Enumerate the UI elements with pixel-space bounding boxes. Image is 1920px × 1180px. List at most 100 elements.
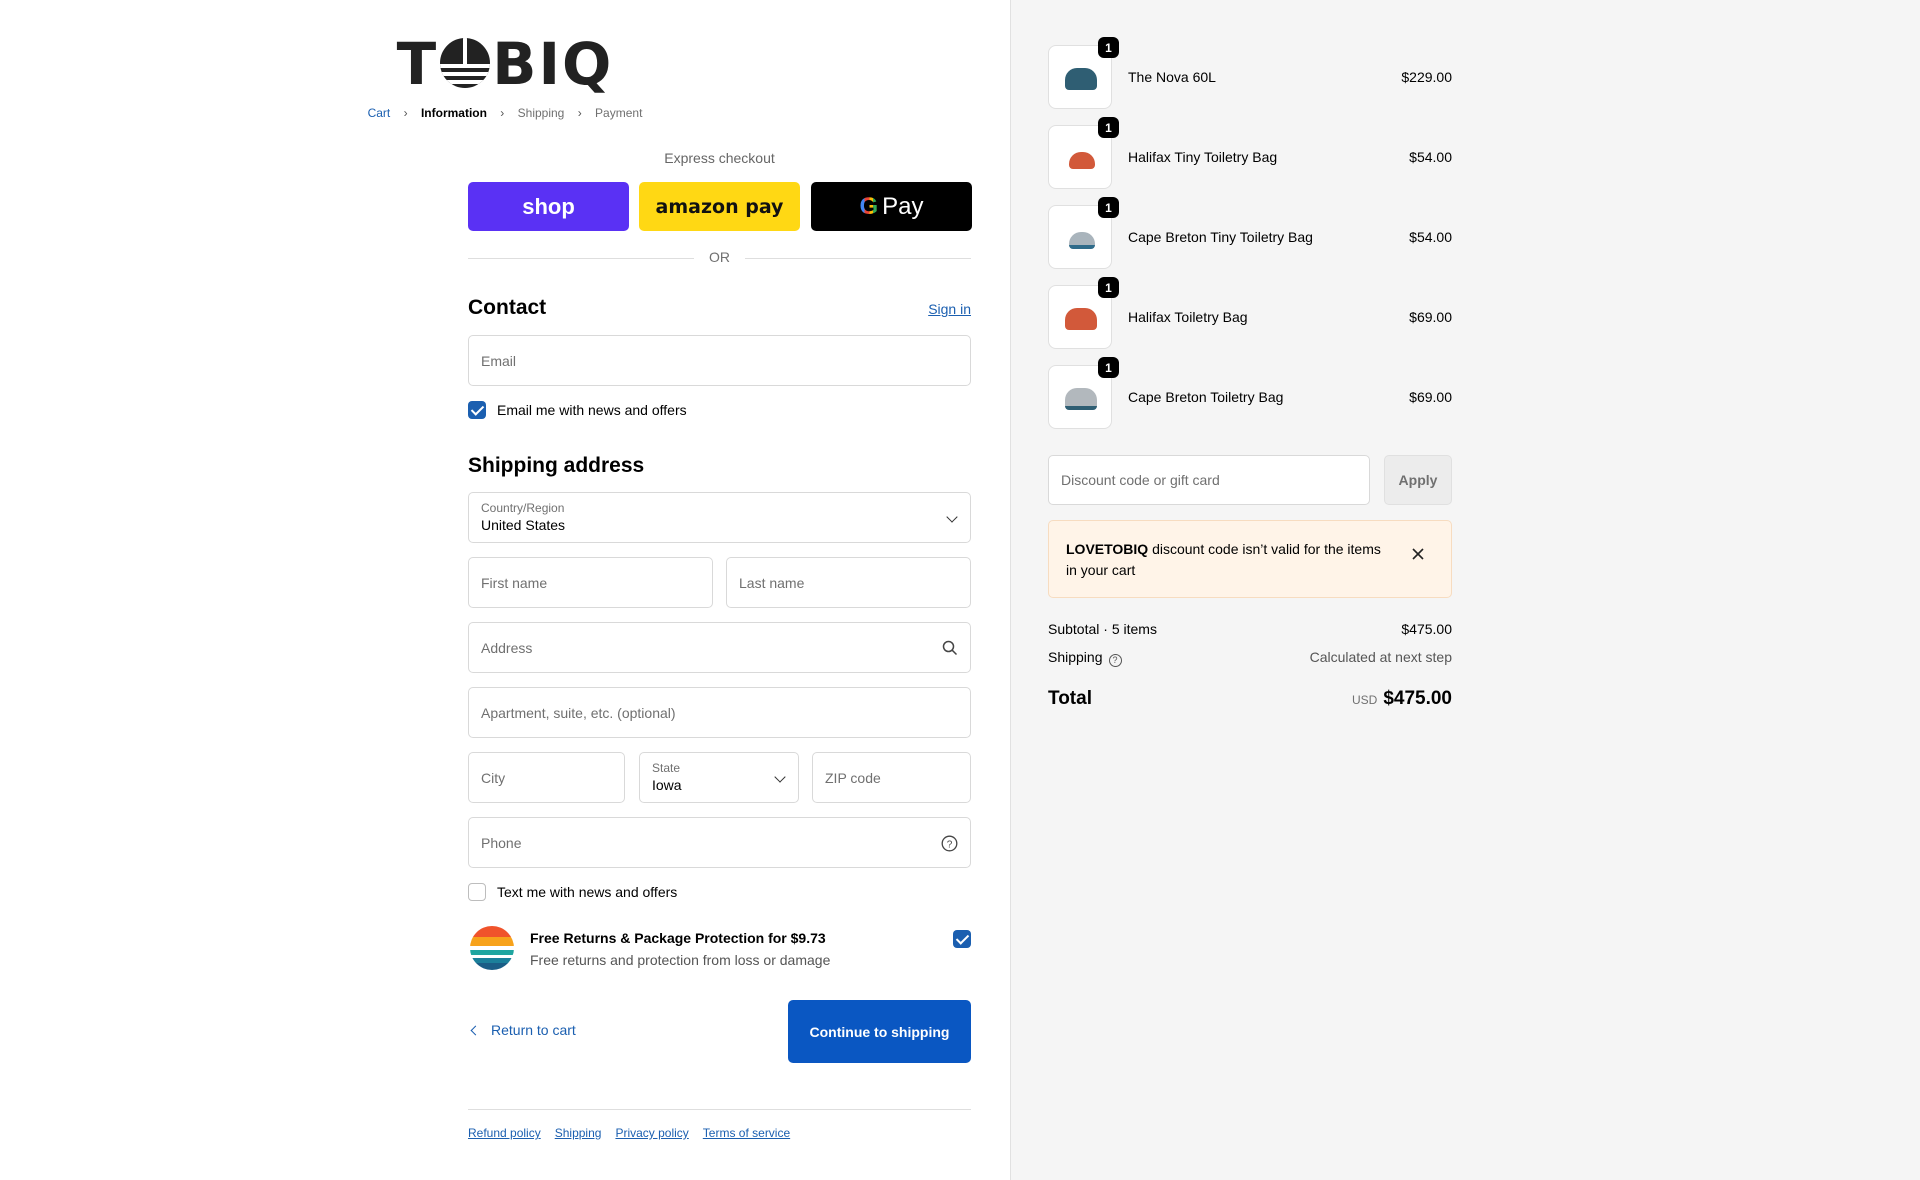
bag-image-icon — [1065, 308, 1097, 330]
refund-policy-link[interactable]: Refund policy — [468, 1126, 541, 1140]
country-value: United States — [481, 517, 566, 533]
last-name-input[interactable] — [727, 558, 970, 607]
item-price: $54.00 — [1409, 229, 1452, 245]
text-news-label: Text me with news and offers — [497, 884, 678, 900]
chevron-down-icon — [946, 511, 958, 523]
item-name: Halifax Toiletry Bag — [1128, 309, 1248, 325]
apartment-field[interactable] — [468, 687, 971, 738]
cart-item: 1 Halifax Toiletry Bag $69.00 — [1048, 277, 1452, 349]
item-price: $54.00 — [1409, 149, 1452, 165]
apartment-input[interactable] — [469, 688, 970, 737]
or-text: OR — [709, 249, 730, 265]
help-icon[interactable]: ? — [941, 835, 958, 852]
zip-field[interactable] — [812, 752, 971, 803]
privacy-policy-link[interactable]: Privacy policy — [615, 1126, 688, 1140]
footer-links: Refund policy Shipping Privacy policy Terms… — [468, 1126, 804, 1140]
return-to-cart-label: Return to cart — [491, 1022, 576, 1038]
amazon-pay-label: amazon pay — [655, 195, 784, 218]
chevron-down-icon — [774, 771, 786, 783]
checkout-main: T BIQ Cart › Information › Shipping › Pay… — [0, 0, 1010, 1180]
apply-button[interactable]: Apply — [1384, 455, 1452, 505]
shop-pay-button[interactable]: shop — [468, 182, 629, 231]
state-select[interactable]: State Iowa — [639, 752, 799, 803]
sign-in-link[interactable]: Sign in — [928, 301, 971, 317]
google-g-icon: G — [859, 192, 879, 220]
phone-field[interactable]: ? — [468, 817, 971, 868]
cart-item: 1 Cape Breton Tiny Toiletry Bag $54.00 — [1048, 197, 1452, 269]
quantity-badge: 1 — [1098, 117, 1119, 138]
email-input[interactable] — [469, 336, 970, 385]
total-label: Total — [1048, 688, 1092, 709]
shop-pay-label: shop — [522, 193, 575, 219]
zip-input[interactable] — [813, 753, 970, 802]
address-field[interactable] — [468, 622, 971, 673]
logo-text-left: T — [396, 30, 439, 98]
help-icon[interactable]: ? — [1108, 654, 1122, 667]
address-input[interactable] — [469, 623, 970, 672]
quantity-badge: 1 — [1098, 277, 1119, 298]
text-news-checkbox[interactable] — [468, 883, 486, 901]
bag-image-icon — [1065, 68, 1097, 90]
protection-title: Free Returns & Package Protection for $9… — [530, 930, 826, 946]
currency-code: USD — [1351, 693, 1378, 707]
first-name-field[interactable] — [468, 557, 713, 608]
quantity-badge: 1 — [1098, 197, 1119, 218]
shipping-address-heading: Shipping address — [468, 454, 645, 477]
email-news-label: Email me with news and offers — [497, 402, 687, 418]
shipping-label: Shipping — [1048, 649, 1103, 665]
item-name: Cape Breton Tiny Toiletry Bag — [1128, 229, 1313, 245]
item-name: The Nova 60L — [1128, 69, 1216, 85]
city-field[interactable] — [468, 752, 625, 803]
state-label: State — [652, 761, 681, 775]
amazon-pay-button[interactable]: amazon pay — [639, 182, 800, 231]
quantity-badge: 1 — [1098, 37, 1119, 58]
state-value: Iowa — [652, 777, 682, 793]
total-value: $475.00 — [1383, 688, 1452, 709]
discount-error-alert: LOVETOBIQ discount code isn’t valid for … — [1048, 520, 1452, 598]
subtotal-row: Subtotal · 5 items $475.00 — [1048, 621, 1452, 637]
terms-of-service-link[interactable]: Terms of service — [703, 1126, 790, 1140]
or-divider: OR — [468, 249, 971, 267]
divider-line — [745, 258, 971, 259]
email-field[interactable] — [468, 335, 971, 386]
bag-image-icon — [1065, 388, 1097, 410]
search-icon — [942, 640, 958, 656]
country-label: Country/Region — [481, 501, 565, 515]
chevron-right-icon: › — [403, 105, 408, 120]
bag-image-icon — [1069, 232, 1095, 249]
item-price: $229.00 — [1401, 69, 1452, 85]
phone-input[interactable] — [469, 818, 970, 867]
item-price: $69.00 — [1409, 389, 1452, 405]
express-checkout-title: Express checkout — [664, 150, 775, 166]
return-to-cart-link[interactable]: Return to cart — [468, 1022, 576, 1038]
footer-divider — [468, 1109, 971, 1110]
last-name-field[interactable] — [726, 557, 971, 608]
discount-input[interactable] — [1049, 456, 1369, 504]
protection-subtitle: Free returns and protection from loss or… — [530, 952, 831, 968]
protection-checkbox[interactable] — [953, 930, 971, 948]
cart-item: 1 Cape Breton Toiletry Bag $69.00 — [1048, 357, 1452, 429]
total-amount: USD $475.00 — [1352, 688, 1452, 710]
close-icon[interactable] — [1411, 547, 1425, 561]
cart-item: 1 The Nova 60L $229.00 — [1048, 37, 1452, 109]
city-input[interactable] — [469, 753, 624, 802]
alert-code: LOVETOBIQ — [1066, 541, 1149, 557]
quantity-badge: 1 — [1098, 357, 1119, 378]
shipping-value: Calculated at next step — [1309, 649, 1452, 665]
svg-text:?: ? — [947, 839, 953, 850]
country-select[interactable]: Country/Region United States — [468, 492, 971, 543]
continue-to-shipping-button[interactable]: Continue to shipping — [788, 1000, 971, 1063]
item-name: Cape Breton Toiletry Bag — [1128, 389, 1284, 405]
chevron-left-icon — [470, 1025, 481, 1036]
bag-image-icon — [1069, 152, 1095, 169]
continue-label: Continue to shipping — [809, 1023, 950, 1040]
google-pay-button[interactable]: G Pay — [811, 182, 972, 231]
shipping-row: Shipping? Calculated at next step — [1048, 649, 1452, 667]
protection-sun-logo-icon — [470, 926, 514, 970]
email-news-checkbox[interactable] — [468, 401, 486, 419]
first-name-input[interactable] — [469, 558, 712, 607]
shipping-policy-link[interactable]: Shipping — [555, 1126, 602, 1140]
breadcrumb-cart[interactable]: Cart — [368, 106, 391, 120]
discount-field[interactable] — [1048, 455, 1370, 505]
subtotal-value: $475.00 — [1401, 621, 1452, 637]
